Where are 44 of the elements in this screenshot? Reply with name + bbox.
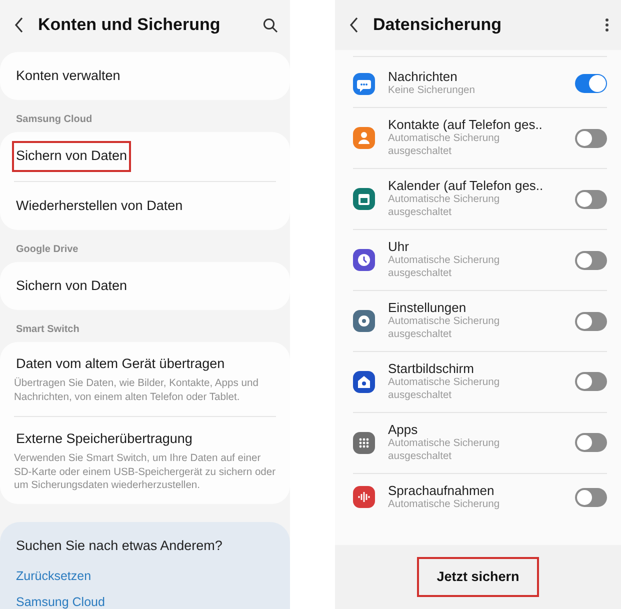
- item-description: Übertragen Sie Daten, wie Bilder, Kontakte, Apps und Nachrichten, von einem alten Telefon oder Tablet.: [14, 377, 260, 404]
- screen-title: Datensicherung: [373, 14, 502, 36]
- item-title: Startbildschirm: [388, 360, 475, 378]
- item-title: Nachrichten: [388, 69, 458, 86]
- backup-now-button[interactable]: Jetzt sichern: [416, 556, 540, 598]
- search-icon[interactable]: [263, 18, 278, 32]
- back-icon[interactable]: [14, 17, 24, 33]
- item-subtitle: Automatische Sicherung ausgeschaltet: [388, 194, 501, 220]
- menu-item[interactable]: Sichern von Daten: [12, 270, 132, 301]
- item-subtitle: Automatische Sicherung ausgeschaltet: [388, 255, 501, 282]
- item-title: Einstellungen: [388, 300, 468, 316]
- toggle-switch[interactable]: [575, 488, 607, 507]
- toggle-switch[interactable]: [575, 250, 607, 270]
- item-title: Apps: [388, 422, 419, 438]
- suggestion-link[interactable]: Samsung Cloud: [16, 593, 105, 609]
- item-subtitle: Automatische Sicherung ausgeschaltet: [388, 377, 501, 403]
- toggle-switch[interactable]: [575, 312, 607, 330]
- section-label: Google Drive: [15, 242, 80, 257]
- suggestion-title: Suchen Sie nach etwas Anderem?: [16, 537, 224, 556]
- toggle-switch[interactable]: [575, 128, 607, 148]
- item-title: Kontakte (auf Telefon ges..: [388, 117, 542, 134]
- toggle-switch[interactable]: [575, 372, 607, 392]
- screen-title: Konten und Sicherung: [38, 14, 222, 36]
- menu-item[interactable]: Wiederherstellen von Daten: [12, 190, 187, 221]
- menu-item[interactable]: Konten verwalten: [12, 61, 124, 92]
- menu-item[interactable]: Sichern von Daten: [12, 141, 132, 172]
- section-label: Samsung Cloud: [15, 113, 94, 128]
- toggle-switch[interactable]: [575, 433, 607, 452]
- section-label: Smart Switch: [15, 323, 80, 337]
- item-title: Uhr: [388, 239, 410, 256]
- item-description: Verwenden Sie Smart Switch, um Ihre Daten auf einer SD-Karte oder einem USB-Speichergerät zu sichern oder um Sicherungsdaten wiederherzustellen.: [14, 452, 276, 492]
- item-title: Kalender (auf Telefon ges..: [388, 178, 544, 194]
- item-subtitle: Automatische Sicherung ausgeschaltet: [388, 133, 501, 160]
- more-options-icon[interactable]: [605, 18, 609, 32]
- item-subtitle: Keine Sicherungen: [388, 85, 476, 98]
- item-subtitle: Automatische Sicherung: [388, 499, 501, 512]
- menu-item[interactable]: Externe Speicherübertragung: [12, 424, 196, 454]
- suggestion-link[interactable]: Zurücksetzen: [16, 566, 92, 586]
- back-icon[interactable]: [349, 17, 359, 33]
- toggle-switch[interactable]: [575, 190, 607, 209]
- item-subtitle: Automatische Sicherung ausgeschaltet: [388, 316, 501, 342]
- item-subtitle: Automatische Sicherung ausgeschaltet: [388, 438, 501, 464]
- toggle-switch[interactable]: [575, 74, 607, 94]
- item-title: Sprachaufnahmen: [388, 482, 496, 500]
